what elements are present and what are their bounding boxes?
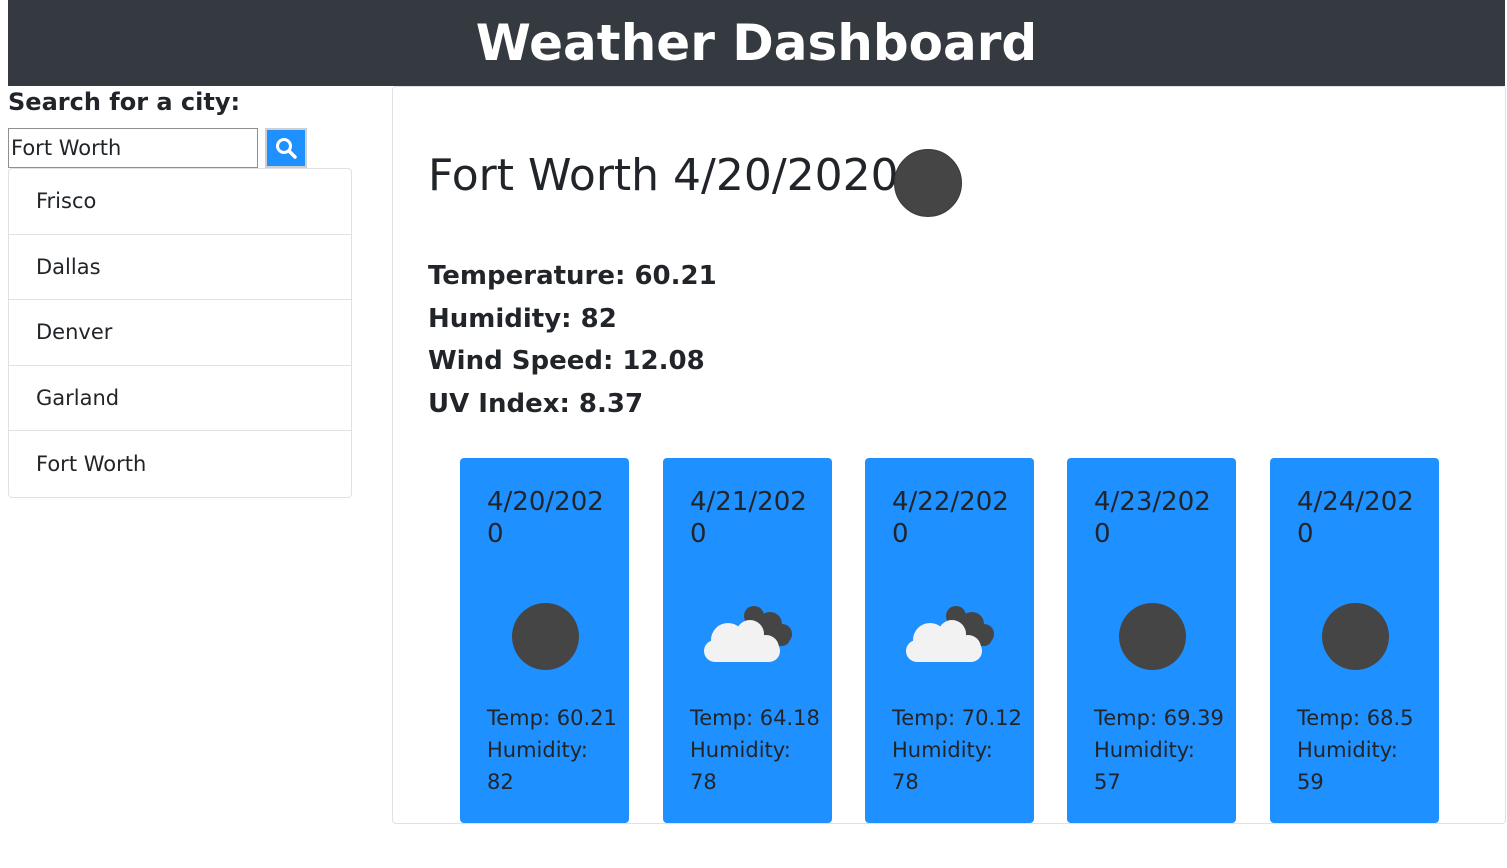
current-city-title: Fort Worth 4/20/2020 [428,150,899,201]
forecast-temp: Temp: 70.12 [892,706,1022,730]
clear-sky-icon [511,602,579,670]
forecast-temp: Temp: 69.39 [1094,706,1224,730]
app-header: Weather Dashboard [8,0,1505,86]
forecast-humidity-label: Humidity: [487,738,588,762]
forecast-humidity-label: Humidity: [1297,738,1398,762]
forecast-humidity-value: 78 [690,770,717,794]
forecast-humidity-label: Humidity: [1094,738,1195,762]
forecast-date: 4/24/2020 [1297,487,1414,549]
forecast-date: 4/22/2020 [892,487,1009,549]
forecast-humidity-value: 59 [1297,770,1324,794]
clear-sky-icon [1118,602,1186,670]
page-title: Weather Dashboard [475,14,1038,72]
search-icon [276,138,297,159]
cloud-icon [905,606,994,662]
forecast-temp: Temp: 68.5 [1297,706,1414,730]
forecast-date: 4/21/2020 [690,487,807,549]
current-wind-speed: Wind Speed: 12.08 [428,346,705,376]
current-humidity: Humidity: 82 [428,304,617,334]
current-uv-index: UV Index: 8.37 [428,389,644,419]
forecast-humidity-label: Humidity: [690,738,791,762]
forecast-card: 4/24/2020 Temp: 68.5 Humidity: 59 [1270,458,1439,823]
history-item-fort-worth[interactable]: Fort Worth [9,431,351,497]
forecast-card: 4/21/2020 Temp: 64.18 Humidity: 78 [663,458,832,823]
forecast-card: 4/22/2020 Temp: 70.12 Humidity: 78 [865,458,1034,823]
search-button[interactable] [265,128,307,168]
forecast-humidity-value: 57 [1094,770,1121,794]
clear-sky-icon [1321,602,1389,670]
current-temperature: Temperature: 60.21 [428,261,717,291]
forecast-card: 4/23/2020 Temp: 69.39 Humidity: 57 [1067,458,1236,823]
forecast-humidity-value: 82 [487,770,514,794]
forecast-card: 4/20/2020 Temp: 60.21 Humidity: 82 [460,458,629,823]
forecast-date: 4/20/2020 [487,487,604,549]
forecast-humidity-value: 78 [892,770,919,794]
history-item-garland[interactable]: Garland [9,366,351,432]
search-input[interactable] [8,128,258,168]
history-item-dallas[interactable]: Dallas [9,235,351,301]
history-item-denver[interactable]: Denver [9,300,351,366]
clear-sky-icon [894,149,962,217]
forecast-temp: Temp: 64.18 [690,706,820,730]
history-item-frisco[interactable]: Frisco [9,169,351,235]
forecast-temp: Temp: 60.21 [487,706,617,730]
cloud-icon [703,606,792,662]
search-label: Search for a city: [8,88,241,116]
search-history-list: Frisco Dallas Denver Garland Fort Worth [8,168,352,498]
forecast-date: 4/23/2020 [1094,487,1211,549]
forecast-humidity-label: Humidity: [892,738,993,762]
